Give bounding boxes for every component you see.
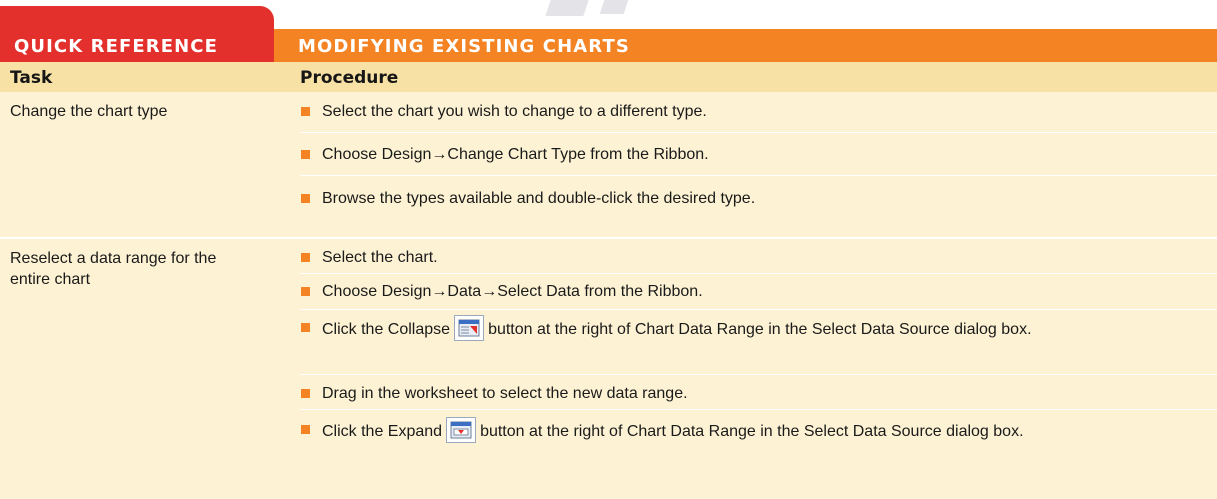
title-bar: MODIFYING EXISTING CHARTS	[274, 29, 1217, 62]
column-header-procedure: Procedure	[300, 68, 399, 88]
task-cell: Reselect a data range for the entire cha…	[10, 250, 217, 288]
column-header-task: Task	[10, 68, 53, 88]
step-text: Click the Collapse	[322, 321, 451, 339]
step-text: Select the chart.	[322, 249, 438, 266]
step-text: Click the Expand	[322, 423, 443, 441]
procedure-table: Task Procedure Change the chart type Sel…	[0, 62, 1217, 499]
bullet-icon	[301, 425, 310, 434]
bullet-icon	[301, 107, 310, 116]
bullet-icon	[301, 389, 310, 398]
step-text: Choose Design→Data→Select Data from the …	[322, 283, 703, 300]
bullet-icon	[301, 287, 310, 296]
bullet-icon	[301, 323, 310, 332]
divider	[300, 175, 1217, 176]
procedure-step: Select the chart you wish to change to a…	[300, 101, 1200, 122]
step-text: button at the right of Chart Data Range …	[488, 321, 1032, 339]
procedure-step: Choose Design→Data→Select Data from the …	[300, 281, 1200, 302]
divider	[300, 309, 1217, 310]
bullet-icon	[301, 194, 310, 203]
divider	[300, 132, 1217, 133]
procedure-step: Select the chart.	[300, 247, 1200, 268]
page-title: MODIFYING EXISTING CHARTS	[298, 36, 630, 57]
quick-reference-label: QUICK REFERENCE	[14, 36, 219, 57]
procedure-step: Click the Expand button at the right of …	[300, 417, 1200, 445]
procedure-step: Click the Collapse button at the right o…	[300, 315, 1200, 343]
procedure-step: Choose Design→Change Chart Type from the…	[300, 144, 1200, 165]
quick-reference-header: QUICK REFERENCE MODIFYING EXISTING CHART…	[0, 6, 1217, 62]
table-row: Reselect a data range for the entire cha…	[0, 239, 1217, 499]
expand-dialog-icon	[446, 417, 477, 443]
step-text: button at the right of Chart Data Range …	[480, 423, 1024, 441]
table-row: Change the chart type Select the chart y…	[0, 92, 1217, 239]
divider	[300, 409, 1217, 410]
collapse-dialog-icon	[454, 315, 485, 341]
divider	[300, 374, 1217, 375]
quick-reference-tab: QUICK REFERENCE	[0, 6, 274, 62]
step-text: Choose Design→Change Chart Type from the…	[322, 146, 709, 163]
bullet-icon	[301, 150, 310, 159]
step-text: Browse the types available and double-cl…	[322, 190, 756, 207]
divider	[300, 273, 1217, 274]
task-cell: Change the chart type	[10, 103, 168, 120]
step-text: Drag in the worksheet to select the new …	[322, 385, 688, 402]
procedure-step: Drag in the worksheet to select the new …	[300, 383, 1200, 404]
bullet-icon	[301, 253, 310, 262]
table-header-row: Task Procedure	[0, 62, 1217, 92]
step-text: Select the chart you wish to change to a…	[322, 103, 707, 120]
procedure-step: Browse the types available and double-cl…	[300, 188, 1200, 209]
